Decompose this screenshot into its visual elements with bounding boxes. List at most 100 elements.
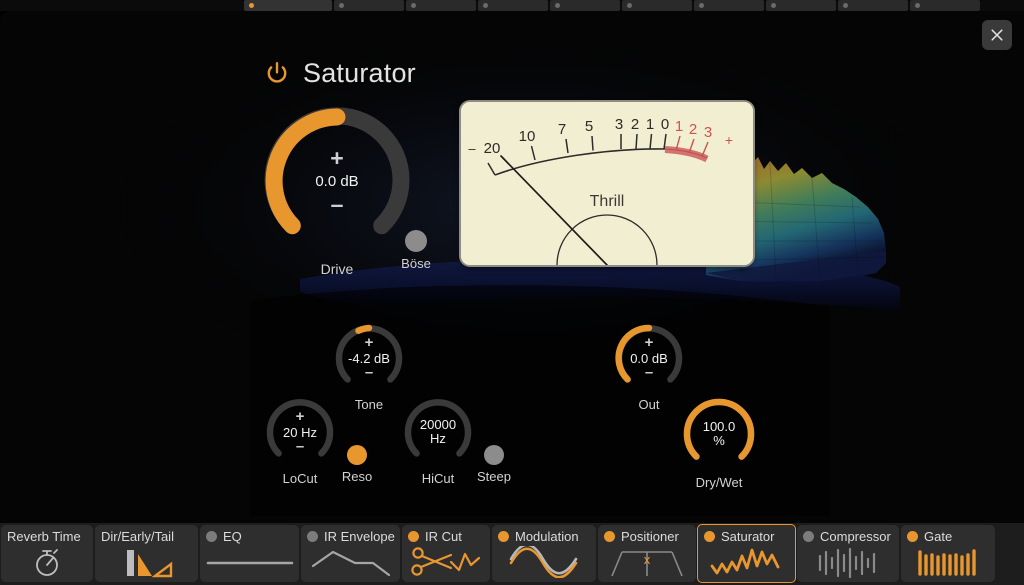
background-tab-7[interactable] xyxy=(766,0,836,11)
background-tab-9[interactable] xyxy=(910,0,980,11)
tab-label: Compressor xyxy=(820,529,891,544)
svg-text:20: 20 xyxy=(484,140,501,157)
tab-saturator[interactable]: Saturator xyxy=(697,524,796,583)
tab-label-row: Positioner xyxy=(598,529,696,544)
tab-compressor[interactable]: Compressor xyxy=(797,525,899,582)
knob-hicut-dial[interactable]: 20000 Hz xyxy=(402,396,474,468)
tab-label-row: Compressor xyxy=(797,529,899,544)
tab-label: Gate xyxy=(924,529,953,544)
knob-drive-label: Drive xyxy=(320,261,354,277)
knob-drywet-label: Dry/Wet xyxy=(695,475,743,490)
knob-tone-decrement[interactable]: – xyxy=(365,365,373,381)
tab-ir-envelope[interactable]: IR Envelope xyxy=(301,525,400,582)
knob-out-label: Out xyxy=(638,397,660,412)
knob-tone-increment[interactable]: + xyxy=(365,335,374,351)
knob-tone-label: Tone xyxy=(354,397,384,412)
knob-out-increment[interactable]: + xyxy=(645,335,654,351)
tab-reverb-time[interactable]: Reverb Time xyxy=(1,525,93,582)
module-taskbar: Reverb Time Dir/Early/Tail EQ IR Envelop… xyxy=(0,523,1024,585)
knob-tone[interactable]: + -4.2 dB – Tone xyxy=(333,322,405,412)
knob-out-decrement[interactable]: – xyxy=(645,365,653,381)
background-window-tabstrip xyxy=(0,0,1024,11)
background-tab-dot xyxy=(915,3,920,8)
tab-eq[interactable]: EQ xyxy=(200,525,299,582)
background-tab-dot xyxy=(843,3,848,8)
knob-out-dial[interactable]: + 0.0 dB – xyxy=(613,322,685,394)
background-tab-5[interactable] xyxy=(622,0,692,11)
vu-meter: – 20 10 7 5 3 2 1 0 1 2 3 + Thrill xyxy=(461,102,753,265)
knob-locut-decrement[interactable]: – xyxy=(296,439,304,455)
tab-label-row: Gate xyxy=(901,529,995,544)
svg-text:5: 5 xyxy=(585,118,593,135)
knob-out[interactable]: + 0.0 dB – Out xyxy=(613,322,685,412)
background-tab-2[interactable] xyxy=(406,0,476,11)
knob-locut[interactable]: + 20 Hz – LoCut xyxy=(264,396,336,486)
tab-label-row: Modulation xyxy=(492,529,596,544)
tab-enable-dot[interactable] xyxy=(498,531,509,542)
tab-enable-dot[interactable] xyxy=(704,531,715,542)
svg-text:7: 7 xyxy=(558,121,566,138)
tab-ir-cut[interactable]: IR Cut xyxy=(402,525,490,582)
power-icon[interactable] xyxy=(262,59,292,89)
tab-enable-dot[interactable] xyxy=(307,531,318,542)
tab-modulation[interactable]: Modulation xyxy=(492,525,596,582)
flat-line-icon xyxy=(200,546,299,580)
toggle-bose[interactable]: Böse xyxy=(401,230,431,271)
tab-label-row: EQ xyxy=(200,529,299,544)
saturator-plugin-panel: Saturator + 0.0 dB – Drive Böse – 20 10 … xyxy=(0,11,1024,585)
knob-hicut-label: HiCut xyxy=(421,471,455,486)
svg-text:1: 1 xyxy=(675,118,683,135)
close-button[interactable] xyxy=(982,20,1012,50)
stopwatch-icon xyxy=(1,546,93,580)
knob-drywet-dial[interactable]: 100.0 % xyxy=(681,396,757,472)
knob-locut-increment[interactable]: + xyxy=(296,409,305,425)
tab-label-row: IR Envelope xyxy=(301,529,400,544)
gate-bars-icon xyxy=(901,546,995,580)
tab-enable-dot[interactable] xyxy=(206,531,217,542)
knob-drive-decrement[interactable]: – xyxy=(331,192,344,216)
tab-label: IR Envelope xyxy=(324,529,395,544)
vu-meter-name: Thrill xyxy=(590,193,625,210)
knob-locut-dial[interactable]: + 20 Hz – xyxy=(264,396,336,468)
svg-text:10: 10 xyxy=(519,128,536,145)
svg-text:x: x xyxy=(644,552,651,567)
bars-shape-icon xyxy=(95,546,198,580)
tab-label-row: IR Cut xyxy=(402,529,490,544)
tab-label: Dir/Early/Tail xyxy=(101,529,174,544)
stage-x-icon: x xyxy=(598,546,696,580)
knob-drive-dial[interactable]: + 0.0 dB – xyxy=(262,106,412,256)
tab-enable-dot[interactable] xyxy=(604,531,615,542)
toggle-reso[interactable]: Reso xyxy=(342,445,372,484)
tab-label: IR Cut xyxy=(425,529,462,544)
svg-text:+: + xyxy=(725,132,733,148)
tab-gate[interactable]: Gate xyxy=(901,525,995,582)
knob-locut-label: LoCut xyxy=(282,471,318,486)
svg-text:–: – xyxy=(468,141,476,156)
toggle-steep[interactable]: Steep xyxy=(477,445,511,484)
tab-enable-dot[interactable] xyxy=(907,531,918,542)
background-tab-3[interactable] xyxy=(478,0,548,11)
background-tab-dot xyxy=(411,3,416,8)
background-tab-0[interactable] xyxy=(244,0,332,11)
knob-drywet[interactable]: 100.0 % Dry/Wet xyxy=(681,396,757,490)
scissors-icon xyxy=(402,546,490,580)
background-tab-dot xyxy=(699,3,704,8)
background-tab-dot xyxy=(249,3,254,8)
background-tab-dot xyxy=(771,3,776,8)
knob-tone-dial[interactable]: + -4.2 dB – xyxy=(333,322,405,394)
background-tab-6[interactable] xyxy=(694,0,764,11)
svg-text:2: 2 xyxy=(631,116,639,133)
tab-positioner[interactable]: Positioner x xyxy=(598,525,696,582)
close-icon xyxy=(989,27,1005,43)
knob-drive-increment[interactable]: + xyxy=(330,146,343,170)
background-tab-dot xyxy=(627,3,632,8)
background-tab-1[interactable] xyxy=(334,0,404,11)
background-tab-8[interactable] xyxy=(838,0,908,11)
knob-hicut[interactable]: 20000 Hz HiCut xyxy=(402,396,474,486)
tab-enable-dot[interactable] xyxy=(408,531,419,542)
tab-enable-dot[interactable] xyxy=(803,531,814,542)
knob-drive[interactable]: + 0.0 dB – Drive xyxy=(262,106,412,277)
background-tab-4[interactable] xyxy=(550,0,620,11)
tab-dir-early-tail[interactable]: Dir/Early/Tail xyxy=(95,525,198,582)
tab-label: EQ xyxy=(223,529,242,544)
